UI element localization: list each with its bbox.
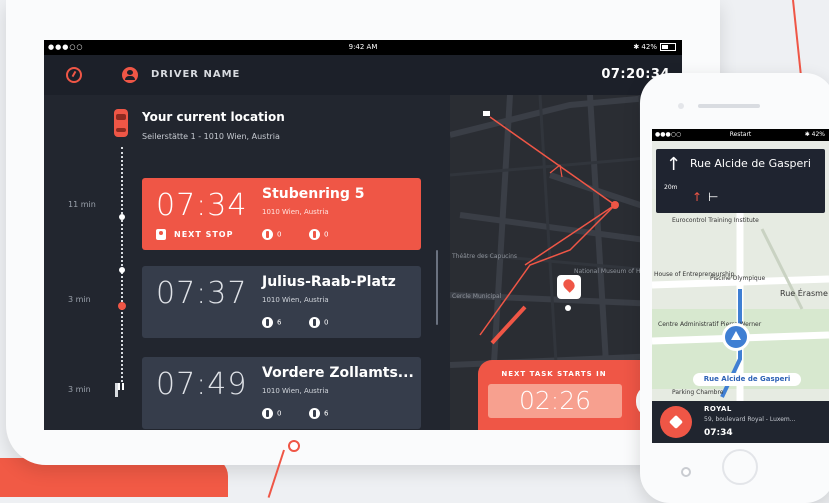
passenger-out-icon: [309, 229, 320, 240]
app-header: DRIVER NAME 07:20:34: [44, 55, 682, 95]
driver-avatar-icon[interactable]: [122, 67, 138, 83]
destination-pin-icon: [557, 275, 581, 299]
phone-map-label: Eurocontrol Training Institute: [672, 217, 759, 224]
passenger-out-icon: [309, 408, 320, 419]
stop-city: 1010 Wien, Austria: [262, 296, 329, 304]
leader-dot: [681, 467, 691, 477]
leader-dot: [288, 440, 300, 452]
phone-speaker: [698, 104, 760, 108]
destination-address: 59, boulevard Royal - Luxem...: [704, 416, 796, 423]
stops-panel: 11 min 3 min 3 min Your current location…: [44, 95, 450, 430]
tablet-screen: ●●●○○ 9:42 AM ✱ 42% DRIVER NAME 07:20:34…: [44, 40, 682, 430]
stop-card[interactable]: 07:34 Stubenring 5 1010 Wien, Austria NE…: [142, 178, 421, 250]
navigate-icon[interactable]: [660, 406, 692, 438]
pax-out-count: 0: [324, 318, 329, 327]
stop-street: Stubenring 5: [262, 186, 365, 202]
destination-name: ROYAL: [704, 405, 732, 413]
stop-street: Vordere Zollamts...: [262, 365, 414, 381]
lane-turn-icon: ⊢: [708, 190, 719, 204]
stop-city: 1010 Wien, Austria: [262, 208, 329, 216]
nav-distance: 20m: [664, 184, 678, 191]
stop-card[interactable]: 07:37 Julius-Raab-Platz 1010 Wien, Austr…: [142, 266, 421, 338]
finish-flag-icon: [115, 383, 126, 397]
status-time: 9:42 AM: [348, 43, 378, 51]
pax-in: 0: [262, 408, 281, 419]
eta-label: 3 min: [68, 385, 91, 394]
speedometer-icon[interactable]: [66, 67, 82, 83]
timeline-dot-current: [118, 302, 126, 310]
next-stop-label: NEXT STOP: [174, 230, 234, 239]
phone-map-label: Rue Érasme: [780, 289, 828, 298]
stop-street: Julius-Raab-Platz: [262, 274, 396, 290]
destination-panel[interactable]: ROYAL 59, boulevard Royal - Luxem... 07:…: [652, 401, 829, 443]
next-task-label: NEXT TASK STARTS IN: [501, 370, 607, 378]
timeline-dot: [119, 214, 125, 220]
map-label: Théâtre des Capucins: [452, 253, 518, 260]
straight-arrow-icon: ↑: [666, 154, 682, 175]
stops-scrollbar[interactable]: [436, 250, 438, 325]
passenger-in-icon: [262, 229, 273, 240]
pax-in-count: 0: [277, 409, 282, 418]
destination-time: 07:34: [704, 428, 733, 438]
passenger-out-icon: [309, 317, 320, 328]
timeline-line: [121, 147, 123, 382]
pax-in: 0: [262, 229, 281, 240]
next-task-panel: NEXT TASK STARTS IN 02:26 ➜GO: [478, 360, 666, 430]
phone-screen: ●●●○○ Restart ✱ 42% ↑ Rue Alcide de Gasp…: [652, 129, 829, 443]
stop-time: 07:49: [156, 367, 248, 402]
passenger-in-icon: [262, 317, 273, 328]
current-location-address: Seilerstätte 1 - 1010 Wien, Austria: [142, 132, 280, 141]
pax-in-count: 0: [277, 230, 282, 239]
next-task-countdown: 02:26: [488, 384, 622, 418]
current-location-title: Your current location: [142, 110, 285, 124]
phone-map-label: Parking Chambre: [672, 389, 724, 396]
tablet-device: ●●●○○ 9:42 AM ✱ 42% DRIVER NAME 07:20:34…: [6, 0, 720, 465]
battery-text: ✱ 42%: [633, 43, 657, 51]
map-label: Cercle Municipal: [452, 293, 502, 300]
eta-label: 11 min: [68, 200, 96, 209]
pax-out: 6: [309, 408, 328, 419]
pax-out-count: 0: [324, 230, 329, 239]
pax-in: 6: [262, 317, 281, 328]
stop-pin-icon: [156, 229, 166, 240]
timeline-dot: [119, 267, 125, 273]
stop-time: 07:34: [156, 188, 248, 223]
turn-instruction-panel: ↑ Rue Alcide de Gasperi 20m ↑ ⊢: [656, 149, 825, 213]
phone-map-label: Piscine Olympique: [710, 275, 766, 282]
current-street-label: Rue Alcide de Gasperi: [693, 373, 801, 386]
battery-indicator: ✱ 42%: [633, 43, 676, 51]
eta-label: 3 min: [68, 295, 91, 304]
status-bar: ●●●○○ 9:42 AM ✱ 42%: [44, 40, 682, 55]
pax-out: 0: [309, 317, 328, 328]
current-position-icon: [722, 323, 750, 351]
lane-arrow-icon: ↑: [692, 190, 703, 204]
pax-out-count: 6: [324, 409, 329, 418]
pax-out: 0: [309, 229, 328, 240]
stop-card[interactable]: 07:49 Vordere Zollamts... 1010 Wien, Aus…: [142, 357, 421, 429]
next-stop-badge: NEXT STOP: [156, 229, 233, 240]
car-icon: [114, 109, 128, 137]
battery-icon: [660, 43, 676, 51]
pax-in-count: 6: [277, 318, 282, 327]
phone-camera: [678, 103, 684, 109]
driver-name: DRIVER NAME: [151, 69, 241, 80]
stop-city: 1010 Wien, Austria: [262, 387, 329, 395]
passenger-in-icon: [262, 408, 273, 419]
phone-device: ●●●○○ Restart ✱ 42% ↑ Rue Alcide de Gasp…: [640, 73, 829, 503]
home-button[interactable]: [722, 449, 758, 485]
stop-time: 07:37: [156, 276, 248, 311]
nav-street: Rue Alcide de Gasperi: [690, 157, 811, 170]
